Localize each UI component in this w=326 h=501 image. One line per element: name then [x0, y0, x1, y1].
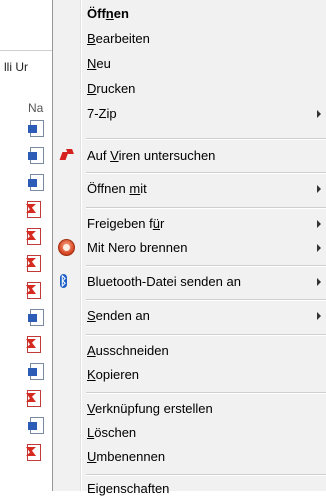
- pdf-file-icon[interactable]: [26, 228, 41, 245]
- menu-item-bluetooth-datei-senden-an[interactable]: ᛒ Bluetooth-Datei senden an: [53, 270, 326, 294]
- pdf-file-icon[interactable]: [26, 336, 41, 353]
- menu-item-auf-viren-untersuchen[interactable]: Auf Viren untersuchen: [53, 144, 326, 168]
- menu-item-freigeben-fuer[interactable]: Freigeben für: [53, 212, 326, 236]
- menu-item-label: Drucken: [87, 81, 136, 96]
- menu-item-label: Verknüpfung erstellen: [87, 401, 213, 416]
- context-menu: Öffnen Bearbeiten Neu Drucken 7-Zip Auf …: [52, 0, 326, 496]
- menu-item-bearbeiten[interactable]: Bearbeiten: [53, 27, 326, 51]
- menu-item-ausschneiden[interactable]: Ausschneiden: [53, 339, 326, 363]
- menu-item-label: 7-Zip: [87, 106, 117, 121]
- menu-item-umbenennen[interactable]: Umbenennen: [53, 445, 326, 469]
- menu-item-neu[interactable]: Neu: [53, 52, 326, 76]
- submenu-arrow-icon: [317, 244, 321, 252]
- menu-separator: [86, 474, 326, 475]
- pdf-file-icon[interactable]: [26, 201, 41, 218]
- menu-separator: [86, 334, 326, 335]
- submenu-arrow-icon: [317, 312, 321, 320]
- menu-item-label: Auf Viren untersuchen: [87, 148, 216, 163]
- pdf-file-icon[interactable]: [26, 255, 41, 272]
- explorer-background: lli Ur Na: [0, 0, 53, 491]
- menu-item-label: Ausschneiden: [87, 343, 169, 358]
- breadcrumb-fragment[interactable]: lli Ur: [4, 60, 28, 74]
- word-file-icon[interactable]: [28, 417, 44, 434]
- menu-item-label: Mit Nero brennen: [87, 240, 188, 255]
- pdf-file-icon[interactable]: [26, 282, 41, 299]
- menu-separator: [86, 138, 326, 139]
- menu-separator: [86, 299, 326, 300]
- word-file-icon[interactable]: [28, 174, 44, 191]
- word-file-icon[interactable]: [28, 309, 44, 326]
- menu-item-label: Öffnen: [87, 6, 129, 21]
- word-file-icon[interactable]: [28, 363, 44, 380]
- menu-item-label: Senden an: [87, 308, 150, 323]
- menu-item-label: Bearbeiten: [87, 31, 150, 46]
- menu-item-mit-nero-brennen[interactable]: Mit Nero brennen: [53, 236, 326, 260]
- menu-item-label: Kopieren: [87, 367, 140, 382]
- menu-separator: [86, 392, 326, 393]
- menu-item-oeffnen-mit[interactable]: Öffnen mit: [53, 177, 326, 201]
- pdf-file-icon[interactable]: [26, 444, 41, 461]
- menu-item-label: Löschen: [87, 425, 137, 440]
- menu-separator: [86, 172, 326, 173]
- word-file-icon[interactable]: [28, 147, 44, 164]
- menu-separator: [86, 265, 326, 266]
- menu-item-label: Bluetooth-Datei senden an: [87, 274, 241, 289]
- pdf-file-icon[interactable]: [26, 390, 41, 407]
- nero-icon: [58, 239, 75, 256]
- column-header-name[interactable]: Na: [28, 101, 43, 115]
- menu-item-verknuepfung-erstellen[interactable]: Verknüpfung erstellen: [53, 397, 326, 421]
- menu-item-label: Öffnen mit: [87, 181, 147, 196]
- menu-item-label: Freigeben für: [87, 216, 165, 231]
- bluetooth-icon: ᛒ: [60, 274, 68, 288]
- submenu-arrow-icon: [317, 110, 321, 118]
- menu-item-kopieren[interactable]: Kopieren: [53, 363, 326, 387]
- menu-item-label: Umbenennen: [87, 449, 166, 464]
- menu-item-drucken[interactable]: Drucken: [53, 77, 326, 101]
- menu-item-label: Eigenschaften: [87, 481, 170, 496]
- submenu-arrow-icon: [317, 278, 321, 286]
- submenu-arrow-icon: [317, 185, 321, 193]
- menu-separator: [86, 207, 326, 208]
- menu-item-eigenschaften[interactable]: Eigenschaften: [53, 477, 326, 501]
- menu-item-7zip[interactable]: 7-Zip: [53, 102, 326, 126]
- antivirus-icon: [58, 147, 75, 164]
- menu-item-loeschen[interactable]: Löschen: [53, 421, 326, 445]
- menu-item-label: Neu: [87, 56, 111, 71]
- word-file-icon[interactable]: [28, 120, 44, 137]
- menu-item-oeffnen[interactable]: Öffnen: [53, 2, 326, 26]
- address-bar-divider: [0, 50, 52, 51]
- menu-item-senden-an[interactable]: Senden an: [53, 304, 326, 328]
- submenu-arrow-icon: [317, 220, 321, 228]
